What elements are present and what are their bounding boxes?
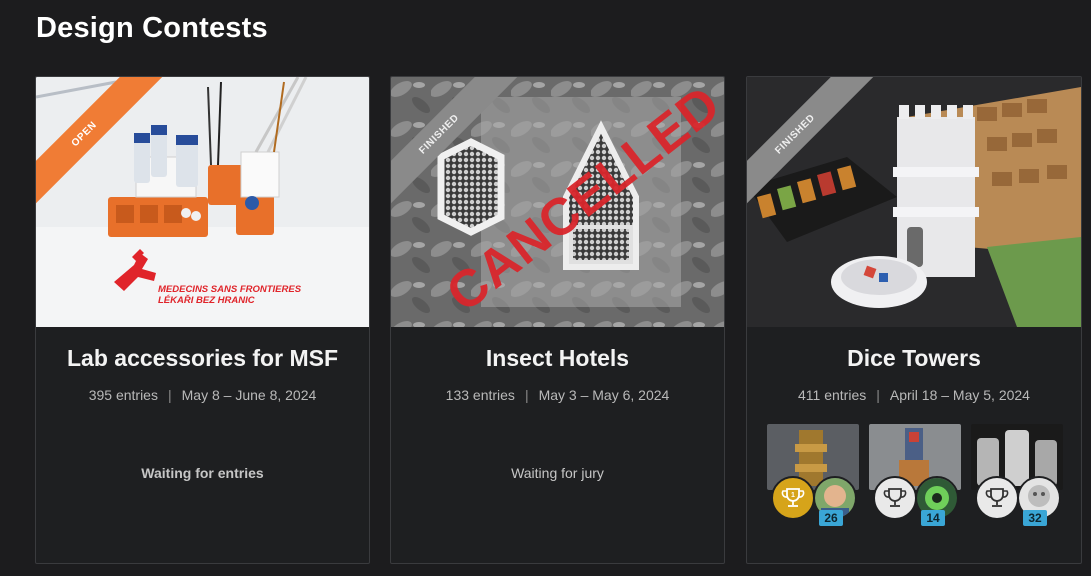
contest-dates: May 8 – June 8, 2024: [181, 387, 317, 403]
contest-meta: 133 entries | May 3 – May 6, 2024: [391, 387, 724, 403]
contest-status: Waiting for entries: [141, 465, 264, 481]
section-title: Design Contests: [36, 12, 268, 44]
trophy-icon: 1: [771, 476, 815, 520]
contest-card-dice-towers[interactable]: FINISHED Dice Towers 411 entries | April 1…: [746, 76, 1082, 564]
trophy-icon: [873, 476, 917, 520]
contest-title[interactable]: Insect Hotels: [391, 345, 724, 372]
contest-title[interactable]: Dice Towers: [747, 345, 1081, 372]
entries-count: 395 entries: [88, 387, 158, 403]
entries-badge: 14: [921, 510, 945, 526]
contest-meta: 411 entries | April 18 – May 5, 2024: [747, 387, 1081, 403]
contest-card-lab-accessories[interactable]: MEDECINS SANS FRONTIERES LÉKAŘI BEZ HRAN…: [35, 76, 370, 564]
rank-label: 1: [791, 492, 795, 499]
contest-meta: 395 entries | May 8 – June 8, 2024: [36, 387, 369, 403]
winner-entry-1[interactable]: 1 26: [767, 424, 859, 526]
entries-badge: 32: [1023, 510, 1047, 526]
contest-status: Waiting for jury: [511, 465, 604, 481]
contest-title[interactable]: Lab accessories for MSF: [36, 345, 369, 372]
msf-text-line2: LÉKAŘI BEZ HRANIC: [158, 294, 255, 306]
winners-list: 1 26 14 32: [767, 424, 1067, 526]
contest-thumbnail[interactable]: MEDECINS SANS FRONTIERES LÉKAŘI BEZ HRAN…: [36, 77, 369, 327]
meta-separator: |: [167, 387, 172, 403]
contest-dates: May 3 – May 6, 2024: [538, 387, 670, 403]
trophy-icon: [975, 476, 1019, 520]
meta-separator: |: [524, 387, 529, 403]
entries-count: 133 entries: [445, 387, 515, 403]
meta-separator: |: [876, 387, 880, 403]
contest-thumbnail[interactable]: FINISHED CANCELLED: [391, 77, 724, 327]
msf-text-line1: MEDECINS SANS FRONTIERES: [158, 284, 302, 295]
contest-thumbnail[interactable]: FINISHED: [747, 77, 1081, 327]
entries-badge: 26: [819, 510, 843, 526]
entries-count: 411 entries: [798, 387, 867, 403]
contest-card-insect-hotels[interactable]: FINISHED CANCELLED Insect Hotels 133 ent…: [390, 76, 725, 564]
winner-entry-2[interactable]: 14: [869, 424, 961, 526]
contest-dates: April 18 – May 5, 2024: [889, 387, 1030, 403]
winner-entry-3[interactable]: 32: [971, 424, 1063, 526]
